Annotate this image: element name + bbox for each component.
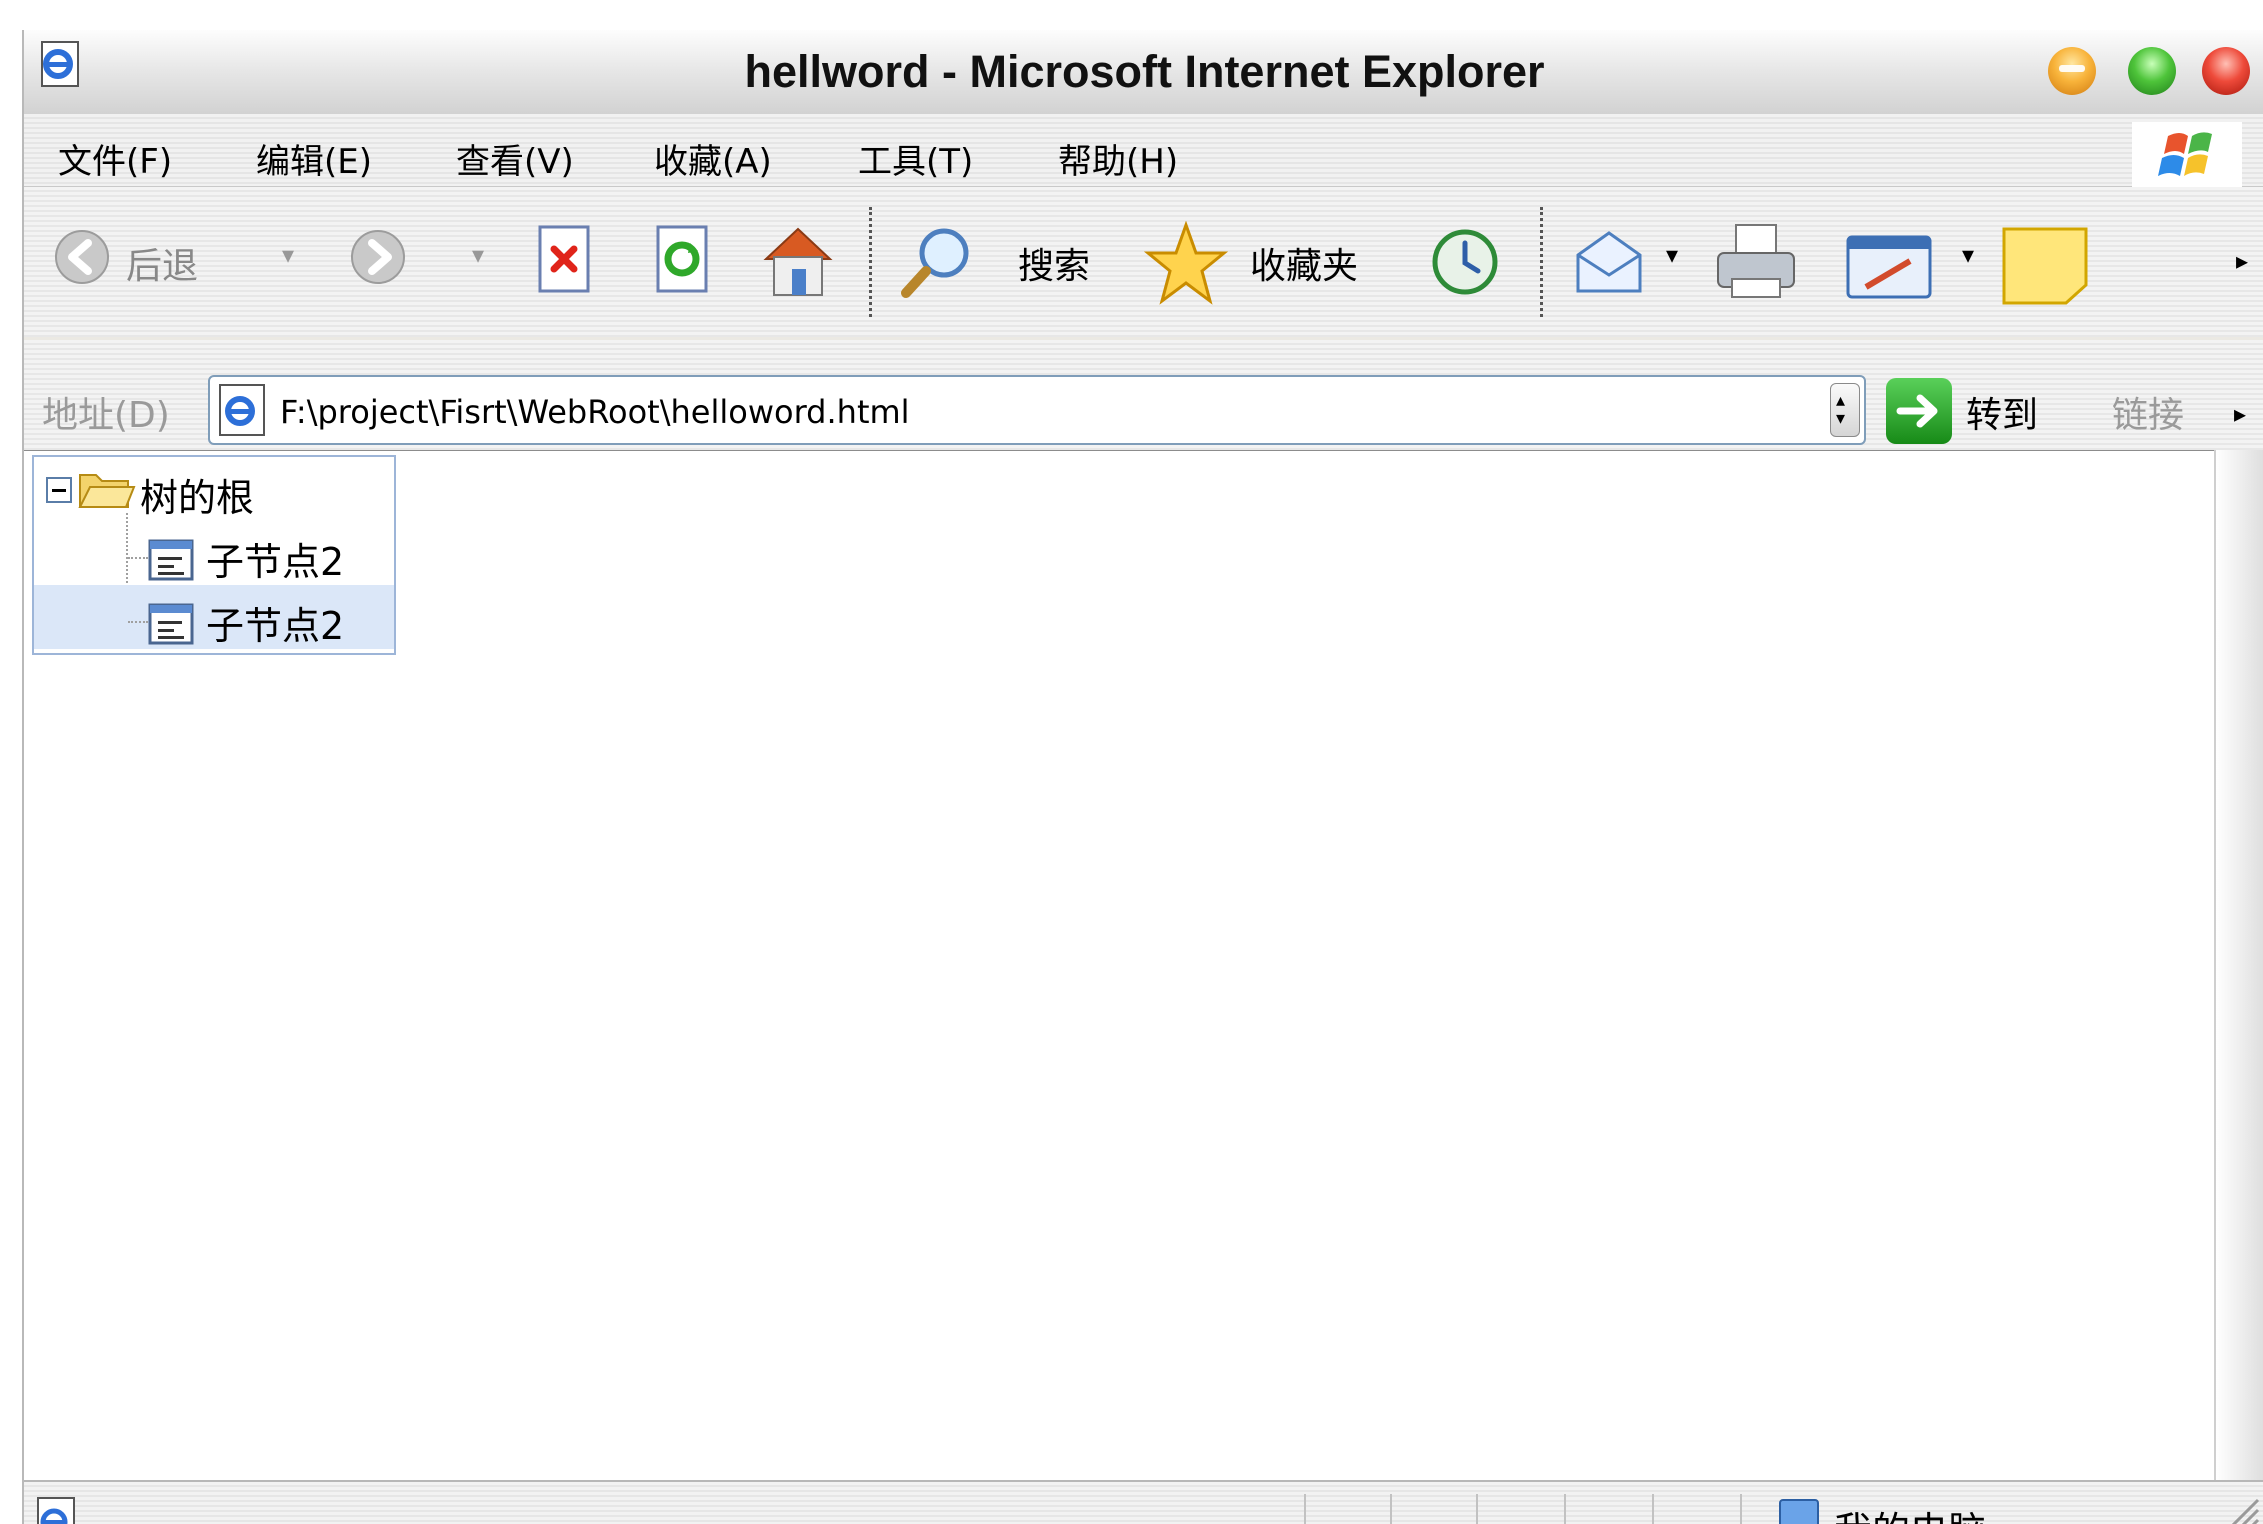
tree-root-label[interactable]: 树的根 — [140, 467, 254, 522]
standard-toolbar: 后退 ▾ ▾ 搜索 收藏夹 ▾ ▾ ▸ — [24, 187, 2263, 337]
address-label: 地址(D) — [42, 395, 170, 436]
home-icon — [763, 227, 833, 296]
close-button[interactable] — [2202, 47, 2250, 95]
address-input[interactable] — [280, 387, 1760, 437]
menu-help[interactable]: 帮助(H) — [1058, 134, 1178, 183]
collapse-icon[interactable] — [46, 477, 72, 503]
page-content: 树的根 子节点2 子节点2 — [24, 450, 2214, 1481]
menu-tools[interactable]: 工具(T) — [858, 134, 973, 183]
edit-dropdown-icon[interactable]: ▾ — [1962, 241, 1974, 269]
stop-icon — [538, 225, 590, 293]
history-button[interactable] — [1430, 227, 1500, 297]
menu-file[interactable]: 文件(F) — [58, 134, 172, 183]
tree-connector — [128, 621, 148, 623]
tree-child-label[interactable]: 子节点2 — [206, 531, 344, 586]
status-divider — [1652, 1494, 1654, 1524]
ie-window: hellword - Microsoft Internet Explorer 文… — [22, 30, 2263, 1524]
menu-favorites[interactable]: 收藏(A) — [654, 134, 772, 183]
toolbar-separator — [869, 207, 872, 317]
document-node-icon — [148, 539, 194, 581]
favorites-button[interactable] — [1144, 221, 1228, 305]
document-node-icon — [148, 603, 194, 645]
mail-button[interactable] — [1574, 227, 1644, 297]
go-label[interactable]: 转到 — [1966, 386, 2038, 438]
note-button[interactable] — [2000, 225, 2090, 305]
status-bar: 我的电脑 — [24, 1480, 2263, 1524]
tree-connector — [128, 557, 148, 559]
tree-child-node[interactable]: 子节点2 — [34, 521, 394, 585]
edit-page-icon — [1846, 235, 1932, 299]
print-button[interactable] — [1714, 221, 1798, 301]
search-button[interactable] — [896, 223, 976, 303]
refresh-button[interactable] — [652, 225, 712, 295]
back-button[interactable] — [54, 229, 110, 285]
address-dropdown-button[interactable]: ▴ ▾ — [1830, 383, 1860, 437]
go-arrow-icon — [1896, 394, 1938, 428]
search-icon — [901, 228, 969, 298]
links-overflow-icon[interactable]: ▸ — [2234, 400, 2246, 428]
links-label[interactable]: 链接 — [2112, 386, 2184, 438]
edit-button[interactable] — [1846, 233, 1932, 301]
menu-view[interactable]: 查看(V) — [456, 134, 574, 183]
forward-dropdown-icon[interactable]: ▾ — [472, 241, 484, 269]
security-zone-label: 我的电脑 — [1834, 1500, 1986, 1524]
folder-open-icon — [78, 467, 136, 511]
tree-root-node[interactable]: 树的根 — [34, 457, 394, 521]
address-bar: 地址(D) ▴▾ 转到 链接 ▸ — [24, 340, 2263, 450]
stop-button[interactable] — [534, 225, 594, 295]
status-divider — [1304, 1494, 1306, 1524]
status-divider — [1564, 1494, 1566, 1524]
tree-child-node-selected[interactable]: 子节点2 — [34, 585, 394, 649]
sticky-note-icon — [2002, 227, 2088, 305]
toolbar-overflow-icon[interactable]: ▸ — [2236, 247, 2248, 275]
go-button[interactable] — [1886, 378, 1952, 444]
back-label[interactable]: 后退 — [126, 237, 198, 289]
windows-logo-icon — [2132, 122, 2242, 188]
forward-arrow-icon — [351, 230, 405, 284]
tree-view: 树的根 子节点2 子节点2 — [32, 455, 396, 655]
menu-edit[interactable]: 编辑(E) — [256, 134, 372, 183]
status-divider — [1390, 1494, 1392, 1524]
page-icon — [216, 383, 268, 437]
window-title: hellword - Microsoft Internet Explorer — [744, 46, 1545, 97]
toolbar-separator-2 — [1540, 207, 1543, 317]
mail-icon — [1576, 231, 1642, 293]
address-box[interactable]: ▴▾ — [208, 375, 1866, 445]
updown-arrows-icon: ▴ ▾ — [1836, 390, 1846, 429]
minimize-button[interactable] — [2048, 47, 2096, 95]
status-divider — [1476, 1494, 1478, 1524]
back-arrow-icon — [55, 230, 109, 284]
my-computer-icon — [1776, 1498, 1822, 1524]
mail-dropdown-icon[interactable]: ▾ — [1666, 241, 1678, 269]
tree-child-label[interactable]: 子节点2 — [206, 595, 344, 650]
resize-grip-icon[interactable] — [2224, 1492, 2260, 1524]
vertical-scrollbar[interactable] — [2214, 450, 2263, 1480]
back-dropdown-icon[interactable]: ▾ — [282, 241, 294, 269]
maximize-button[interactable] — [2128, 47, 2176, 95]
status-divider — [1740, 1494, 1742, 1524]
forward-button[interactable] — [350, 229, 406, 285]
home-button[interactable] — [758, 221, 838, 299]
search-label[interactable]: 搜索 — [1018, 237, 1090, 289]
refresh-icon — [656, 225, 708, 293]
print-icon — [1717, 224, 1795, 298]
favorites-star-icon — [1144, 221, 1228, 305]
menu-bar: 文件(F) 编辑(E) 查看(V) 收藏(A) 工具(T) 帮助(H) — [24, 114, 2263, 188]
page-status-icon — [34, 1496, 78, 1524]
history-icon — [1432, 229, 1498, 295]
favorites-label[interactable]: 收藏夹 — [1250, 237, 1358, 289]
title-bar: hellword - Microsoft Internet Explorer — [24, 30, 2263, 115]
